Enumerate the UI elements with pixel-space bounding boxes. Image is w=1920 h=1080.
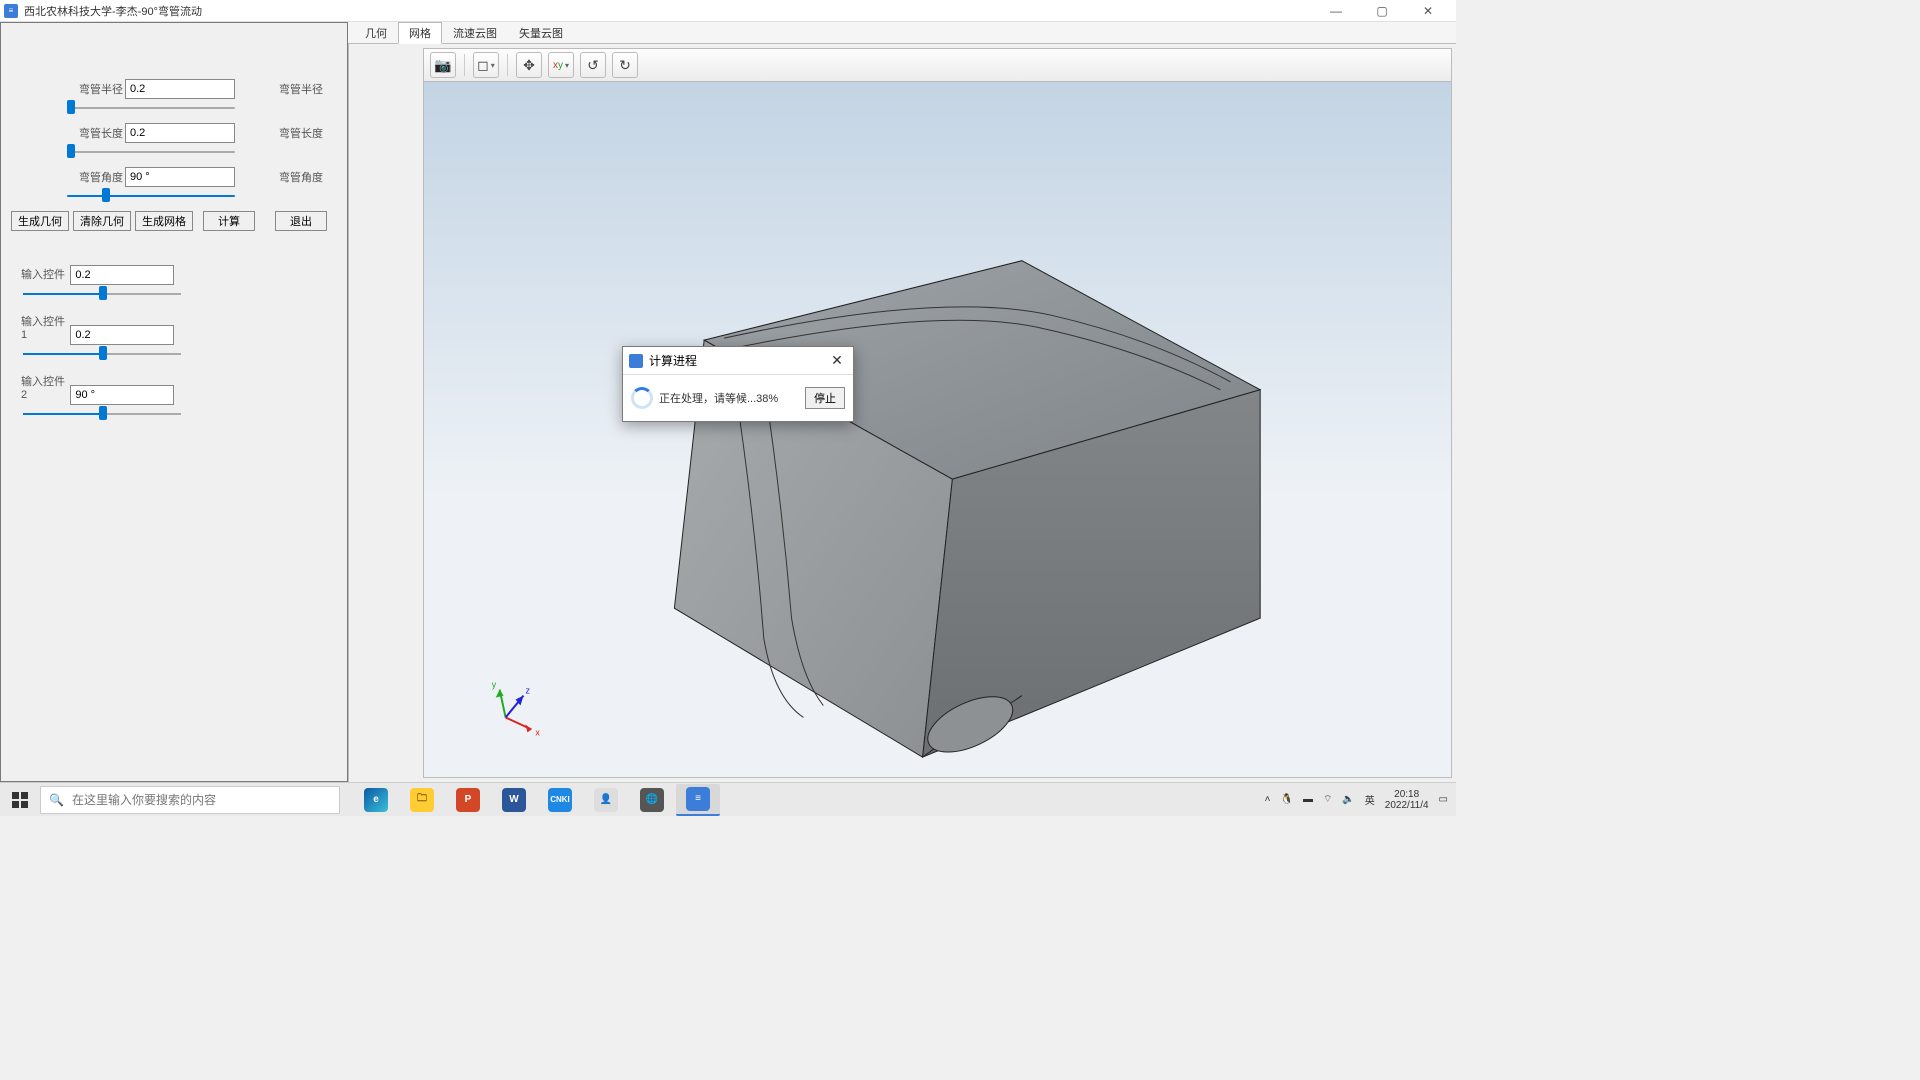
taskbar: 🔍 在这里输入你要搜索的内容 e 🗀 P W CNKI 👤 🌐 ≡ ˄ 🐧 ▬ … bbox=[0, 782, 1456, 816]
taskbar-search[interactable]: 🔍 在这里输入你要搜索的内容 bbox=[40, 786, 340, 814]
stop-button[interactable]: 停止 bbox=[805, 387, 845, 409]
tab-0[interactable]: 几何 bbox=[354, 22, 398, 43]
left-panel: 弯管半径 弯管半径弯管长度 弯管长度弯管角度 弯管角度 生成几何清除几何生成网格… bbox=[0, 22, 348, 782]
input-label-2: 输入控件2 bbox=[21, 373, 67, 401]
dialog-message: 正在处理，请等候...38% bbox=[659, 390, 778, 406]
taskbar-app-current[interactable]: ≡ bbox=[676, 784, 720, 816]
taskbar-app-cnki[interactable]: CNKI bbox=[538, 784, 582, 816]
titlebar: ≡ 西北农林科技大学-李杰-90°弯管流动 — ▢ ✕ bbox=[0, 0, 1456, 22]
axes-icon[interactable]: xy bbox=[548, 52, 574, 78]
tab-1[interactable]: 网格 bbox=[398, 22, 442, 44]
tray-battery-icon[interactable]: ▬ bbox=[1303, 794, 1313, 805]
param-row-2: 弯管角度 弯管角度 bbox=[7, 167, 341, 187]
taskbar-app-word[interactable]: W bbox=[492, 784, 536, 816]
param-slider-1[interactable] bbox=[67, 147, 235, 153]
param-right-label-0: 弯管半径 bbox=[279, 81, 323, 97]
action-button-1[interactable]: 清除几何 bbox=[73, 211, 131, 231]
taskbar-app-powerpoint[interactable]: P bbox=[446, 784, 490, 816]
param-slider-2[interactable] bbox=[67, 191, 235, 197]
minimize-button[interactable]: — bbox=[1322, 4, 1350, 18]
action-button-3[interactable]: 计算 bbox=[203, 211, 255, 231]
dialog-app-icon bbox=[629, 354, 643, 368]
canvas-3d[interactable]: x y z bbox=[423, 82, 1452, 778]
dialog-close-button[interactable]: ✕ bbox=[827, 352, 847, 369]
taskbar-app-avatar[interactable]: 👤 bbox=[584, 784, 628, 816]
input-group-2: 输入控件2 bbox=[7, 373, 341, 415]
window-controls: — ▢ ✕ bbox=[1322, 4, 1452, 18]
dialog-title: 计算进程 bbox=[649, 352, 697, 369]
param-label-0: 弯管半径 bbox=[67, 81, 123, 97]
tray-chevron-icon[interactable]: ˄ bbox=[1265, 794, 1271, 805]
taskbar-app-edge[interactable]: e bbox=[354, 784, 398, 816]
param-label-1: 弯管长度 bbox=[67, 125, 123, 141]
param-row-1: 弯管长度 弯管长度 bbox=[7, 123, 341, 143]
rotate-ccw-icon[interactable]: ↺ bbox=[580, 52, 606, 78]
param-input-2[interactable] bbox=[125, 167, 235, 187]
search-icon: 🔍 bbox=[49, 793, 64, 807]
spinner-icon bbox=[631, 387, 653, 409]
input-label-0: 输入控件 bbox=[21, 266, 67, 282]
dialog-titlebar: 计算进程 ✕ bbox=[623, 347, 853, 375]
system-tray: ˄ 🐧 ▬ ⌔ 🔈 英 20:18 2022/11/4 ▭ bbox=[1265, 789, 1456, 811]
view-tabs: 几何网格流速云图矢量云图 bbox=[348, 22, 1456, 44]
cube-view-icon[interactable]: ◻ bbox=[473, 52, 499, 78]
svg-text:z: z bbox=[525, 686, 530, 696]
toolbar-3d: 📷 ◻ ✥ xy ↺ ↻ bbox=[423, 48, 1452, 82]
tray-wifi-icon[interactable]: ⌔ bbox=[1323, 793, 1332, 806]
tray-notifications-icon[interactable]: ▭ bbox=[1439, 794, 1448, 805]
action-button-4[interactable]: 退出 bbox=[275, 211, 327, 231]
param-slider-0[interactable] bbox=[67, 103, 235, 109]
taskbar-apps: e 🗀 P W CNKI 👤 🌐 ≡ bbox=[354, 784, 720, 816]
param-input-1[interactable] bbox=[125, 123, 235, 143]
action-button-0[interactable]: 生成几何 bbox=[11, 211, 69, 231]
window-title: 西北农林科技大学-李杰-90°弯管流动 bbox=[24, 3, 202, 19]
fit-view-icon[interactable]: ✥ bbox=[516, 52, 542, 78]
param-right-label-1: 弯管长度 bbox=[279, 125, 323, 141]
action-button-row: 生成几何清除几何生成网格计算退出 bbox=[11, 211, 341, 231]
input-field-1[interactable] bbox=[70, 325, 174, 345]
tab-3[interactable]: 矢量云图 bbox=[508, 22, 574, 43]
app-icon: ≡ bbox=[4, 4, 18, 18]
input-label-1: 输入控件1 bbox=[21, 313, 67, 341]
input-group-1: 输入控件1 bbox=[7, 313, 341, 355]
taskbar-app-explorer[interactable]: 🗀 bbox=[400, 784, 444, 816]
action-button-2[interactable]: 生成网格 bbox=[135, 211, 193, 231]
param-row-0: 弯管半径 弯管半径 bbox=[7, 79, 341, 99]
camera-icon[interactable]: 📷 bbox=[430, 52, 456, 78]
tab-2[interactable]: 流速云图 bbox=[442, 22, 508, 43]
progress-dialog: 计算进程 ✕ 正在处理，请等候...38% 停止 bbox=[622, 346, 854, 422]
right-area: 几何网格流速云图矢量云图 📷 ◻ ✥ xy ↺ ↻ bbox=[348, 22, 1456, 782]
close-button[interactable]: ✕ bbox=[1414, 4, 1442, 18]
input-group-0: 输入控件 bbox=[7, 265, 341, 295]
tray-volume-icon[interactable]: 🔈 bbox=[1342, 794, 1354, 805]
param-input-0[interactable] bbox=[125, 79, 235, 99]
tray-ime[interactable]: 英 bbox=[1365, 792, 1375, 807]
rotate-cw-icon[interactable]: ↻ bbox=[612, 52, 638, 78]
input-field-2[interactable] bbox=[70, 385, 174, 405]
taskbar-app-browser[interactable]: 🌐 bbox=[630, 784, 674, 816]
svg-text:y: y bbox=[492, 680, 497, 690]
input-field-0[interactable] bbox=[70, 265, 174, 285]
viewport: 📷 ◻ ✥ xy ↺ ↻ bbox=[348, 44, 1456, 782]
tray-clock[interactable]: 20:18 2022/11/4 bbox=[1385, 789, 1429, 811]
param-label-2: 弯管角度 bbox=[67, 169, 123, 185]
start-button[interactable] bbox=[0, 783, 40, 816]
tray-qq-icon[interactable]: 🐧 bbox=[1280, 794, 1292, 805]
maximize-button[interactable]: ▢ bbox=[1368, 4, 1396, 18]
input-slider-0[interactable] bbox=[23, 289, 181, 295]
input-slider-2[interactable] bbox=[23, 409, 181, 415]
search-placeholder: 在这里输入你要搜索的内容 bbox=[72, 791, 216, 808]
svg-text:x: x bbox=[535, 727, 540, 737]
param-right-label-2: 弯管角度 bbox=[279, 169, 323, 185]
input-slider-1[interactable] bbox=[23, 349, 181, 355]
